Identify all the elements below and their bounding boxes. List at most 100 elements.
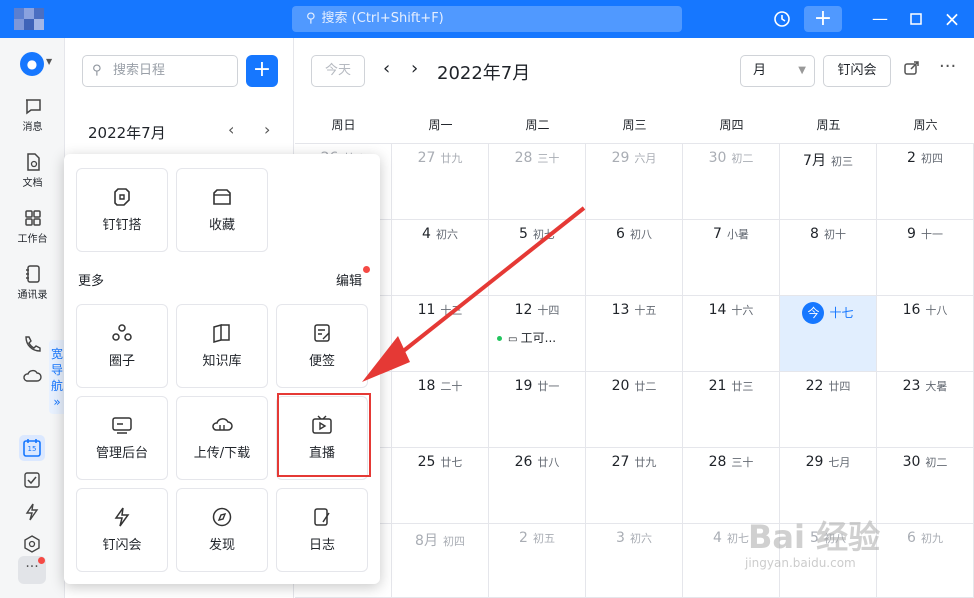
minimize-button[interactable]: — xyxy=(870,6,890,32)
more-section-label: 更多 xyxy=(78,274,105,289)
lunar-date: 初四 xyxy=(920,152,943,165)
day-cell[interactable]: 25 廿七 xyxy=(392,448,489,524)
day-cell[interactable]: 12 十四 ▭ 工可... xyxy=(489,296,586,372)
lunar-date: 十六 xyxy=(731,304,754,317)
day-cell[interactable]: 22 廿四 xyxy=(780,372,877,448)
tile-label: 便签 xyxy=(308,354,335,369)
lunar-date: 初五 xyxy=(532,532,555,545)
tile-log[interactable]: 日志 xyxy=(276,488,368,572)
day-number: 今 xyxy=(802,302,825,324)
day-number: 12 xyxy=(514,302,533,318)
lunar-date: 初十 xyxy=(823,228,846,241)
tile-circle[interactable]: 圈子 xyxy=(76,304,168,388)
day-cell[interactable]: 11 十三 xyxy=(392,296,489,372)
monitor-icon xyxy=(112,417,132,434)
next-period-icon[interactable]: › xyxy=(411,58,418,79)
day-cell[interactable]: 3 初六 xyxy=(586,524,683,598)
day-cell[interactable]: 14 十六 xyxy=(683,296,780,372)
flash-meeting-button[interactable]: 钉闪会 xyxy=(823,55,891,87)
lunar-date: 廿一 xyxy=(537,380,560,393)
day-cell[interactable]: 30 初二 xyxy=(683,144,780,220)
day-cell[interactable]: 23 大暑 xyxy=(877,372,974,448)
global-search-input[interactable]: ⚲ 搜索 (Ctrl+Shift+F) xyxy=(292,6,682,32)
search-icon: ⚲ xyxy=(92,63,102,78)
view-select[interactable]: 月 ▼ xyxy=(740,55,815,87)
day-cell[interactable]: 5 初七 xyxy=(489,220,586,296)
cloud-icon[interactable] xyxy=(22,366,42,386)
phone-icon[interactable] xyxy=(22,334,42,354)
rail-item-contacts[interactable]: 通讯录 xyxy=(0,264,65,301)
day-number: 8月 xyxy=(415,533,438,549)
wide-nav-toggle[interactable]: 宽导航 » xyxy=(49,340,65,414)
day-cell[interactable]: 27 廿九 xyxy=(586,448,683,524)
day-cell[interactable]: 6 初八 xyxy=(586,220,683,296)
day-cell[interactable]: 19 廿一 xyxy=(489,372,586,448)
rail-item-docs[interactable]: 文档 xyxy=(0,152,65,189)
tile-knowledge[interactable]: 知识库 xyxy=(176,304,268,388)
more-options-icon[interactable]: ··· xyxy=(939,56,956,77)
day-number: 26 xyxy=(514,454,533,470)
chevron-down-icon[interactable]: ▼ xyxy=(46,57,52,66)
rail-item-workbench[interactable]: 工作台 xyxy=(0,208,65,245)
tile-flash[interactable]: 钉闪会 xyxy=(76,488,168,572)
tile-label: 知识库 xyxy=(202,354,242,369)
day-cell[interactable]: 2 初五 xyxy=(489,524,586,598)
day-cell[interactable]: 27 廿九 xyxy=(392,144,489,220)
day-cell[interactable]: 13 十五 xyxy=(586,296,683,372)
tile-dingda[interactable]: 钉钉搭 xyxy=(76,168,168,252)
history-icon[interactable] xyxy=(770,6,794,32)
lunar-date: 初四 xyxy=(442,535,465,548)
lunar-date: 十七 xyxy=(829,306,854,320)
circle-group-icon xyxy=(112,324,132,341)
lunar-date: 廿九 xyxy=(440,152,463,165)
flash-icon[interactable] xyxy=(22,502,42,522)
video-camera-icon: ▭ xyxy=(508,334,521,345)
day-cell[interactable]: 9 十一 xyxy=(877,220,974,296)
share-icon[interactable] xyxy=(903,60,921,80)
day-cell[interactable]: 26 廿八 xyxy=(489,448,586,524)
weekday-label: 周日 xyxy=(331,118,356,132)
rail-item-messages[interactable]: 消息 xyxy=(0,96,65,133)
hexagon-icon[interactable] xyxy=(22,534,42,554)
day-cell[interactable]: 29 六月 xyxy=(586,144,683,220)
day-cell[interactable]: 28 三十 xyxy=(489,144,586,220)
day-cell[interactable]: 30 初二 xyxy=(877,448,974,524)
rail-label: 消息 xyxy=(22,122,43,133)
next-month-icon[interactable]: › xyxy=(264,120,270,139)
day-cell[interactable]: 20 廿二 xyxy=(586,372,683,448)
day-cell[interactable]: 7月 初三 xyxy=(780,144,877,220)
close-button[interactable]: × xyxy=(942,6,962,32)
day-cell[interactable]: 8月 初四 xyxy=(392,524,489,598)
day-cell-today[interactable]: 今十七 xyxy=(780,296,877,372)
today-button[interactable]: 今天 xyxy=(311,55,365,87)
tile-label: 收藏 xyxy=(208,218,235,233)
day-cell[interactable]: 6 初九 xyxy=(877,524,974,598)
add-schedule-button[interactable]: + xyxy=(246,55,278,87)
day-cell[interactable]: 16 十八 xyxy=(877,296,974,372)
todo-icon[interactable] xyxy=(22,470,42,490)
mini-calendar-month: 2022年7月 xyxy=(88,124,166,142)
tile-note[interactable]: 便签 xyxy=(276,304,368,388)
new-button[interactable]: + xyxy=(804,6,842,32)
day-cell[interactable]: 18 二十 xyxy=(392,372,489,448)
tile-discover[interactable]: 发现 xyxy=(176,488,268,572)
lunar-date: 初二 xyxy=(925,456,948,469)
day-cell[interactable]: 4 初六 xyxy=(392,220,489,296)
day-cell[interactable]: 21 廿三 xyxy=(683,372,780,448)
day-cell[interactable]: 8 初十 xyxy=(780,220,877,296)
event-item[interactable]: ▭ 工可... xyxy=(497,329,556,346)
tile-admin[interactable]: 管理后台 xyxy=(76,396,168,480)
day-cell[interactable]: 2 初四 xyxy=(877,144,974,220)
day-cell[interactable]: 7 小暑 xyxy=(683,220,780,296)
tile-transfer[interactable]: 上传/下载 xyxy=(176,396,268,480)
edit-button[interactable]: 编辑 xyxy=(336,270,362,289)
maximize-button[interactable] xyxy=(906,6,926,32)
tile-favorites[interactable]: 收藏 xyxy=(176,168,268,252)
more-apps-popover: 钉钉搭 收藏 更多 编辑 圈子 知识库 便签 管理后台 上传/下载 直播 钉闪会… xyxy=(64,154,380,584)
schedule-search-input[interactable]: ⚲ 搜索日程 xyxy=(82,55,238,87)
avatar[interactable]: ● xyxy=(20,52,44,76)
prev-period-icon[interactable]: ‹ xyxy=(383,58,390,79)
prev-month-icon[interactable]: ‹ xyxy=(228,120,234,139)
day-number: 5 xyxy=(519,226,528,242)
log-icon xyxy=(314,508,330,526)
